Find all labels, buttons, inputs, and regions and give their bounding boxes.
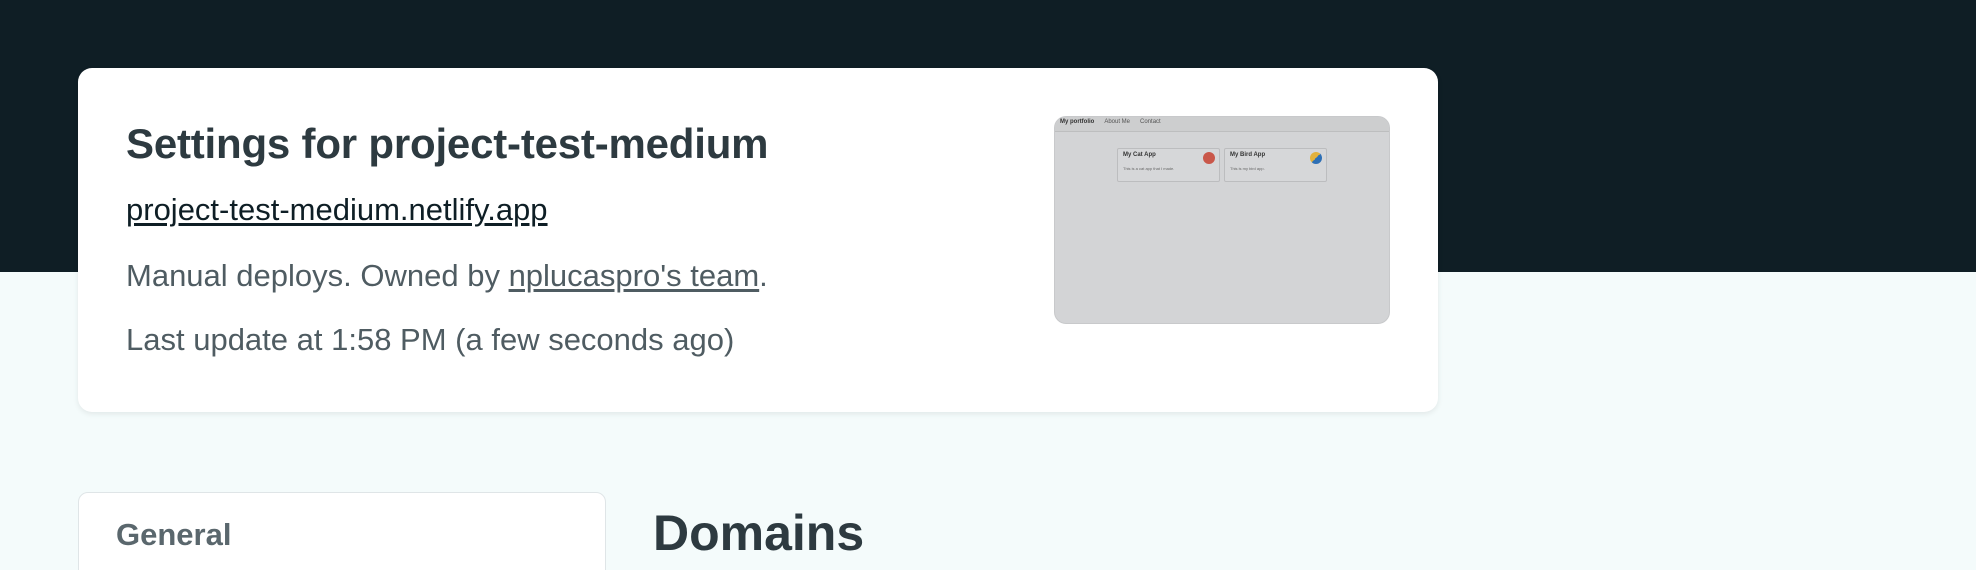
last-update-text: Last update at 1:58 PM (a few seconds ag… bbox=[126, 322, 735, 357]
settings-sidebar: General bbox=[78, 492, 606, 570]
preview-card-text: This is my bird app. bbox=[1230, 166, 1265, 171]
preview-card: My Cat App This is a cat app that I made… bbox=[1117, 148, 1220, 182]
preview-card-title: My Cat App bbox=[1123, 152, 1156, 158]
site-overview-card: Settings for project-test-medium project… bbox=[78, 68, 1438, 412]
preview-cards: My Cat App This is a cat app that I made… bbox=[1117, 148, 1327, 182]
bird-emoji-icon bbox=[1310, 152, 1322, 164]
deploy-info: Manual deploys. Owned by nplucaspro's te… bbox=[126, 258, 768, 294]
preview-nav: My portfolio About Me Contact bbox=[1055, 117, 1389, 132]
cat-emoji-icon bbox=[1203, 152, 1215, 164]
domains-heading: Domains bbox=[653, 505, 865, 561]
preview-card-text: This is a cat app that I made. bbox=[1123, 166, 1175, 171]
sidebar-item-general[interactable]: General bbox=[116, 517, 231, 553]
preview-card-title: My Bird App bbox=[1230, 152, 1266, 158]
preview-card: My Bird App This is my bird app. bbox=[1224, 148, 1327, 182]
page-title: Settings for project-test-medium bbox=[126, 120, 769, 167]
site-url-link[interactable]: project-test-medium.netlify.app bbox=[126, 192, 548, 228]
deploy-mode-text: Manual deploys. Owned by bbox=[126, 258, 509, 293]
site-preview-thumbnail[interactable]: My portfolio About Me Contact My Cat App… bbox=[1054, 116, 1390, 324]
team-owner-link[interactable]: nplucaspro's team bbox=[509, 258, 760, 293]
preview-nav-item: Contact bbox=[1140, 119, 1161, 125]
owner-suffix: . bbox=[759, 258, 768, 293]
preview-nav-item: My portfolio bbox=[1060, 119, 1095, 125]
preview-nav-item: About Me bbox=[1104, 119, 1131, 125]
